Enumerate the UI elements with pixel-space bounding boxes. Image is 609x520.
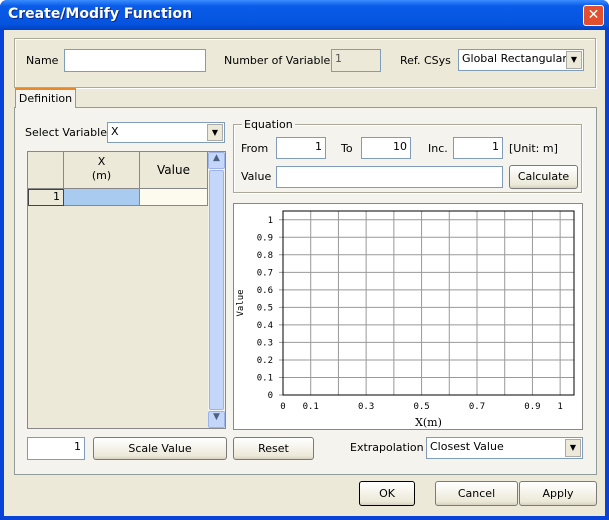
y-tick-label: 0.8 [257,251,273,261]
y-tick-label: 0.4 [257,321,273,331]
num-vars-label: Number of Variables [224,54,337,67]
x-tick-label: 1 [557,402,562,412]
y-tick-label: 0.7 [257,268,273,278]
chevron-down-icon[interactable]: ▼ [566,51,582,69]
select-variable-value: X [111,125,119,138]
from-input[interactable]: 1 [276,137,326,159]
y-axis-label: Value [236,289,246,316]
grid-corner [28,152,64,189]
x-tick-label: 0.3 [358,402,374,412]
column-header-value[interactable]: Value [140,152,208,189]
num-vars-value: 1 [335,52,342,65]
to-input[interactable]: 10 [361,137,411,159]
row-index[interactable]: 1 [28,189,64,206]
num-vars-spinner[interactable]: 1 [331,49,381,72]
x-tick-label: 0.5 [413,402,429,412]
x-axis-label: X(m) [415,416,442,429]
inc-label: Inc. [428,142,448,155]
scroll-down-icon[interactable]: ▼ [208,411,225,428]
cell-x[interactable] [64,189,140,206]
x-tick-label: 0.7 [469,402,485,412]
close-icon[interactable]: ✕ [583,5,604,26]
value-label: Value [241,170,272,183]
name-input[interactable] [64,49,206,72]
scale-value-button[interactable]: Scale Value [93,437,227,460]
window-title: Create/Modify Function [8,6,193,22]
column-x-label: X [97,155,106,168]
y-tick-label: 0.1 [257,373,273,383]
x-tick-label: 0.9 [524,402,540,412]
scroll-thumb[interactable] [209,170,224,410]
scale-value-input[interactable]: 1 [27,437,85,460]
extrapolation-label: Extrapolation [350,441,424,454]
y-tick-label: 0.5 [257,303,273,313]
column-x-unit: (m) [91,169,112,182]
scroll-up-icon[interactable]: ▲ [208,152,225,169]
function-chart: 0 0.1 0.3 0.5 0.7 0.9 1 0 0.1 0.2 0.3 0.4 0.5 0.6 0.7 0… [236,210,575,429]
extrapolation-select[interactable]: Closest Value ▼ [426,437,583,459]
apply-button[interactable]: Apply [519,481,597,506]
x-tick-label: 0.1 [303,402,319,412]
extrapolation-value: Closest Value [430,440,504,453]
y-tick-label: 1 [268,216,273,226]
y-tick-label: 0.6 [257,286,273,296]
unit-label: [Unit: m] [509,142,558,155]
select-variable-select[interactable]: X ▼ [107,122,225,143]
cancel-button[interactable]: Cancel [435,481,518,506]
plot-frame [282,210,575,396]
ok-button[interactable]: OK [359,481,415,506]
scrollbar[interactable]: ▲ ▼ [208,152,225,428]
reset-button[interactable]: Reset [233,437,314,460]
cell-value[interactable] [140,189,208,206]
y-tick-label: 0.2 [257,356,273,366]
chevron-down-icon[interactable]: ▼ [207,124,223,141]
name-label: Name [26,54,59,67]
chart-panel: 0 0.1 0.3 0.5 0.7 0.9 1 0 0.1 0.2 0.3 0.4 0.5 0.6 0.7 0… [233,203,583,430]
chevron-down-icon[interactable]: ▼ [565,439,581,457]
to-label: To [341,142,353,155]
from-label: From [241,142,269,155]
ref-csys-select[interactable]: Global Rectangular ▼ [458,49,584,71]
y-tick-label: 0.9 [257,233,273,243]
y-tick-label: 0 [268,391,273,401]
calculate-button[interactable]: Calculate [509,165,578,189]
ref-csys-label: Ref. CSys [400,54,451,67]
column-header-x[interactable]: X (m) [64,152,140,189]
equation-group-label: Equation [242,118,295,131]
x-tick-label: 0 [280,402,285,412]
value-input[interactable] [276,166,503,188]
tab-definition[interactable]: Definition [15,88,76,108]
select-variable-label: Select Variable [25,126,107,139]
inc-input[interactable]: 1 [453,137,503,159]
y-tick-label: 0.3 [257,338,273,348]
ref-csys-value: Global Rectangular [462,52,567,65]
